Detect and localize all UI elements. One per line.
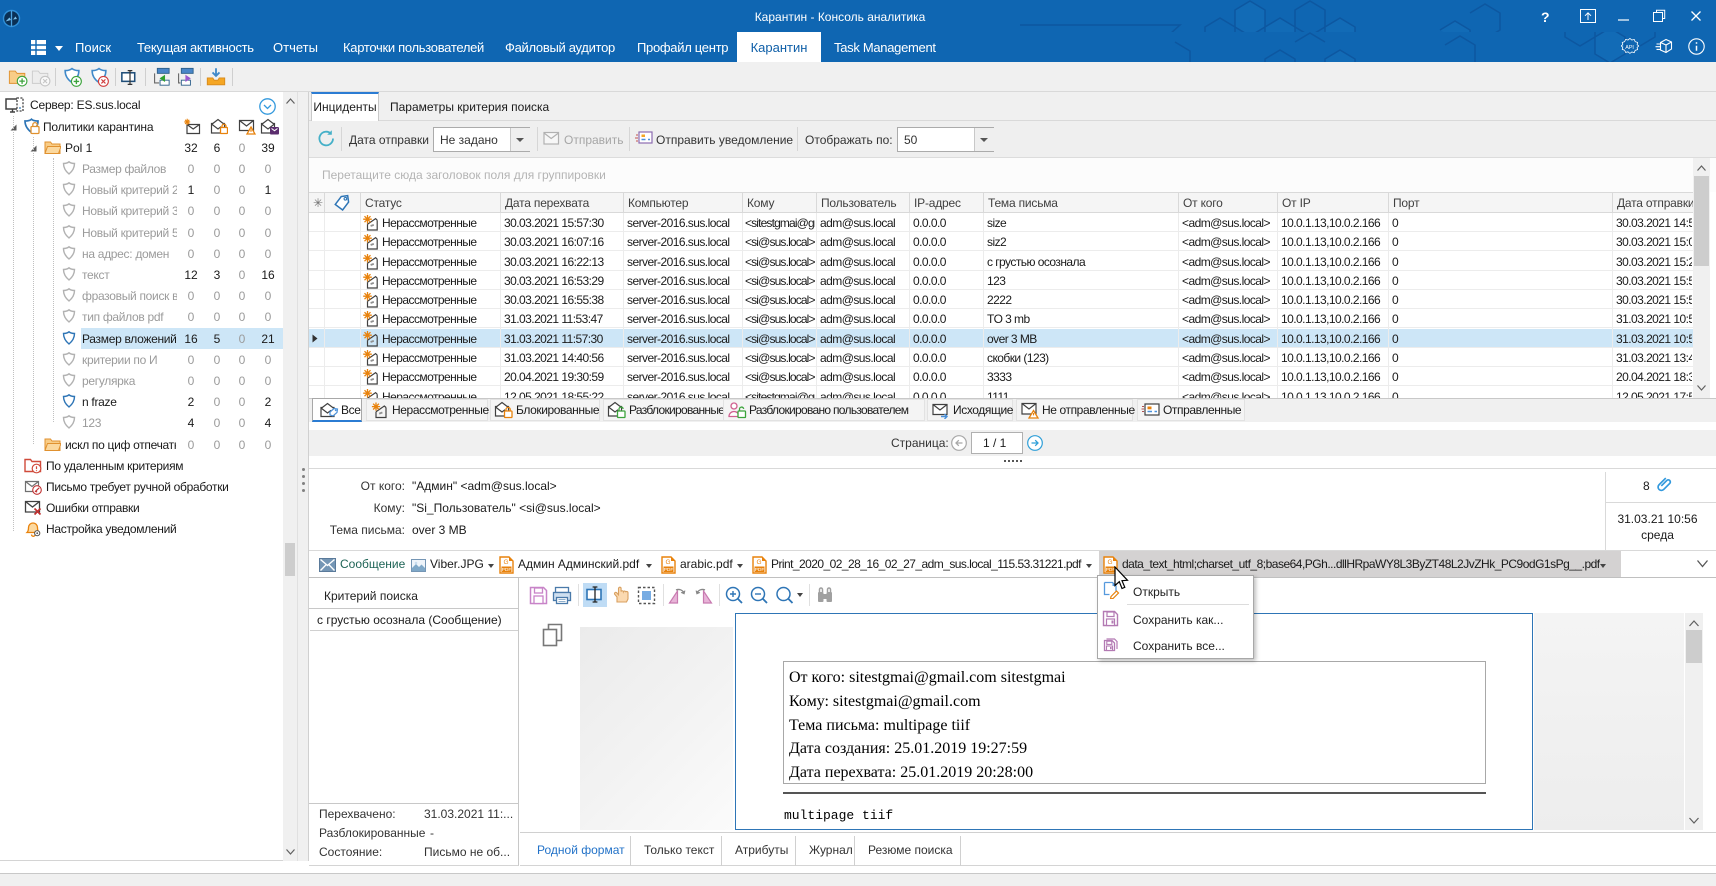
svg-text:G: G [503,559,508,566]
svg-text:API: API [1625,45,1634,51]
svg-text:PDF: PDF [502,567,512,573]
svg-text:G: G [665,559,670,566]
svg-text:G: G [756,559,761,566]
svg-text:PDF: PDF [755,567,765,573]
svg-text:PDF: PDF [664,567,674,573]
